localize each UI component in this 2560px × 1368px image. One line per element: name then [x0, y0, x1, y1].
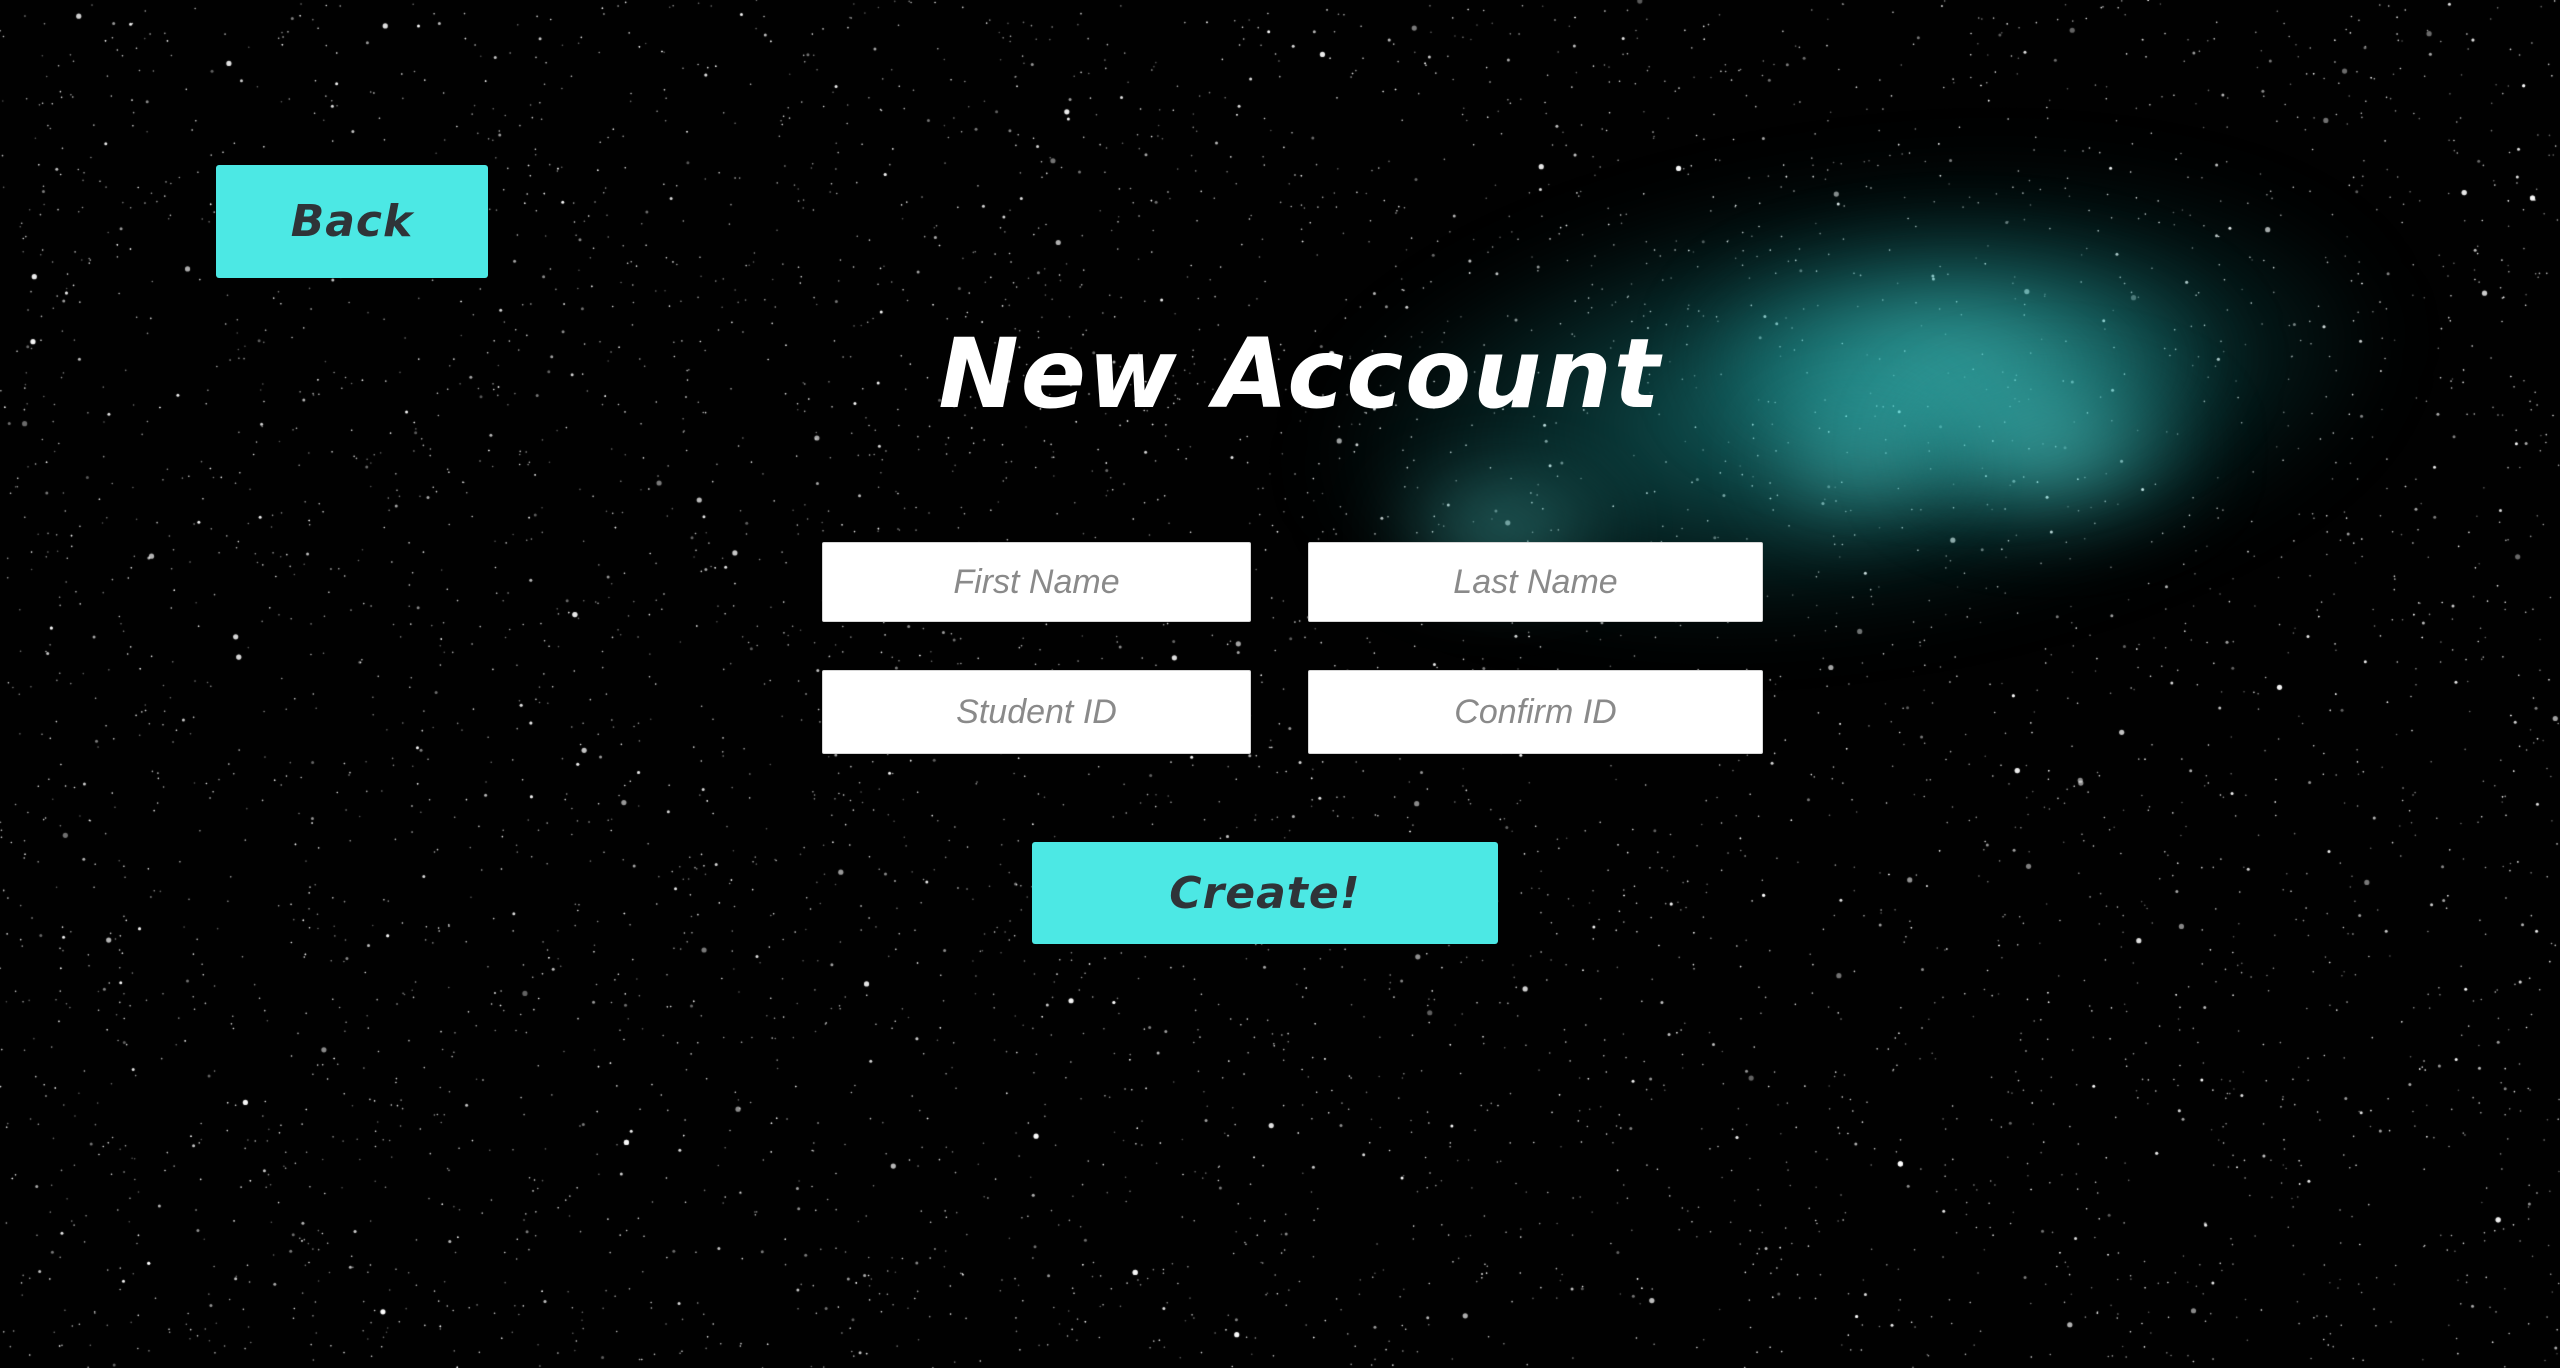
first-name-input[interactable] [822, 542, 1251, 622]
confirm-id-input[interactable] [1308, 670, 1763, 754]
new-account-screen: Back New Account Create! [0, 0, 2560, 1368]
back-button[interactable]: Back [216, 165, 488, 278]
create-button[interactable]: Create! [1032, 842, 1498, 944]
page-title: New Account [938, 318, 1662, 430]
create-button-label: Create! [1169, 867, 1361, 919]
last-name-input[interactable] [1308, 542, 1763, 622]
student-id-input[interactable] [822, 670, 1251, 754]
back-button-label: Back [290, 196, 414, 247]
